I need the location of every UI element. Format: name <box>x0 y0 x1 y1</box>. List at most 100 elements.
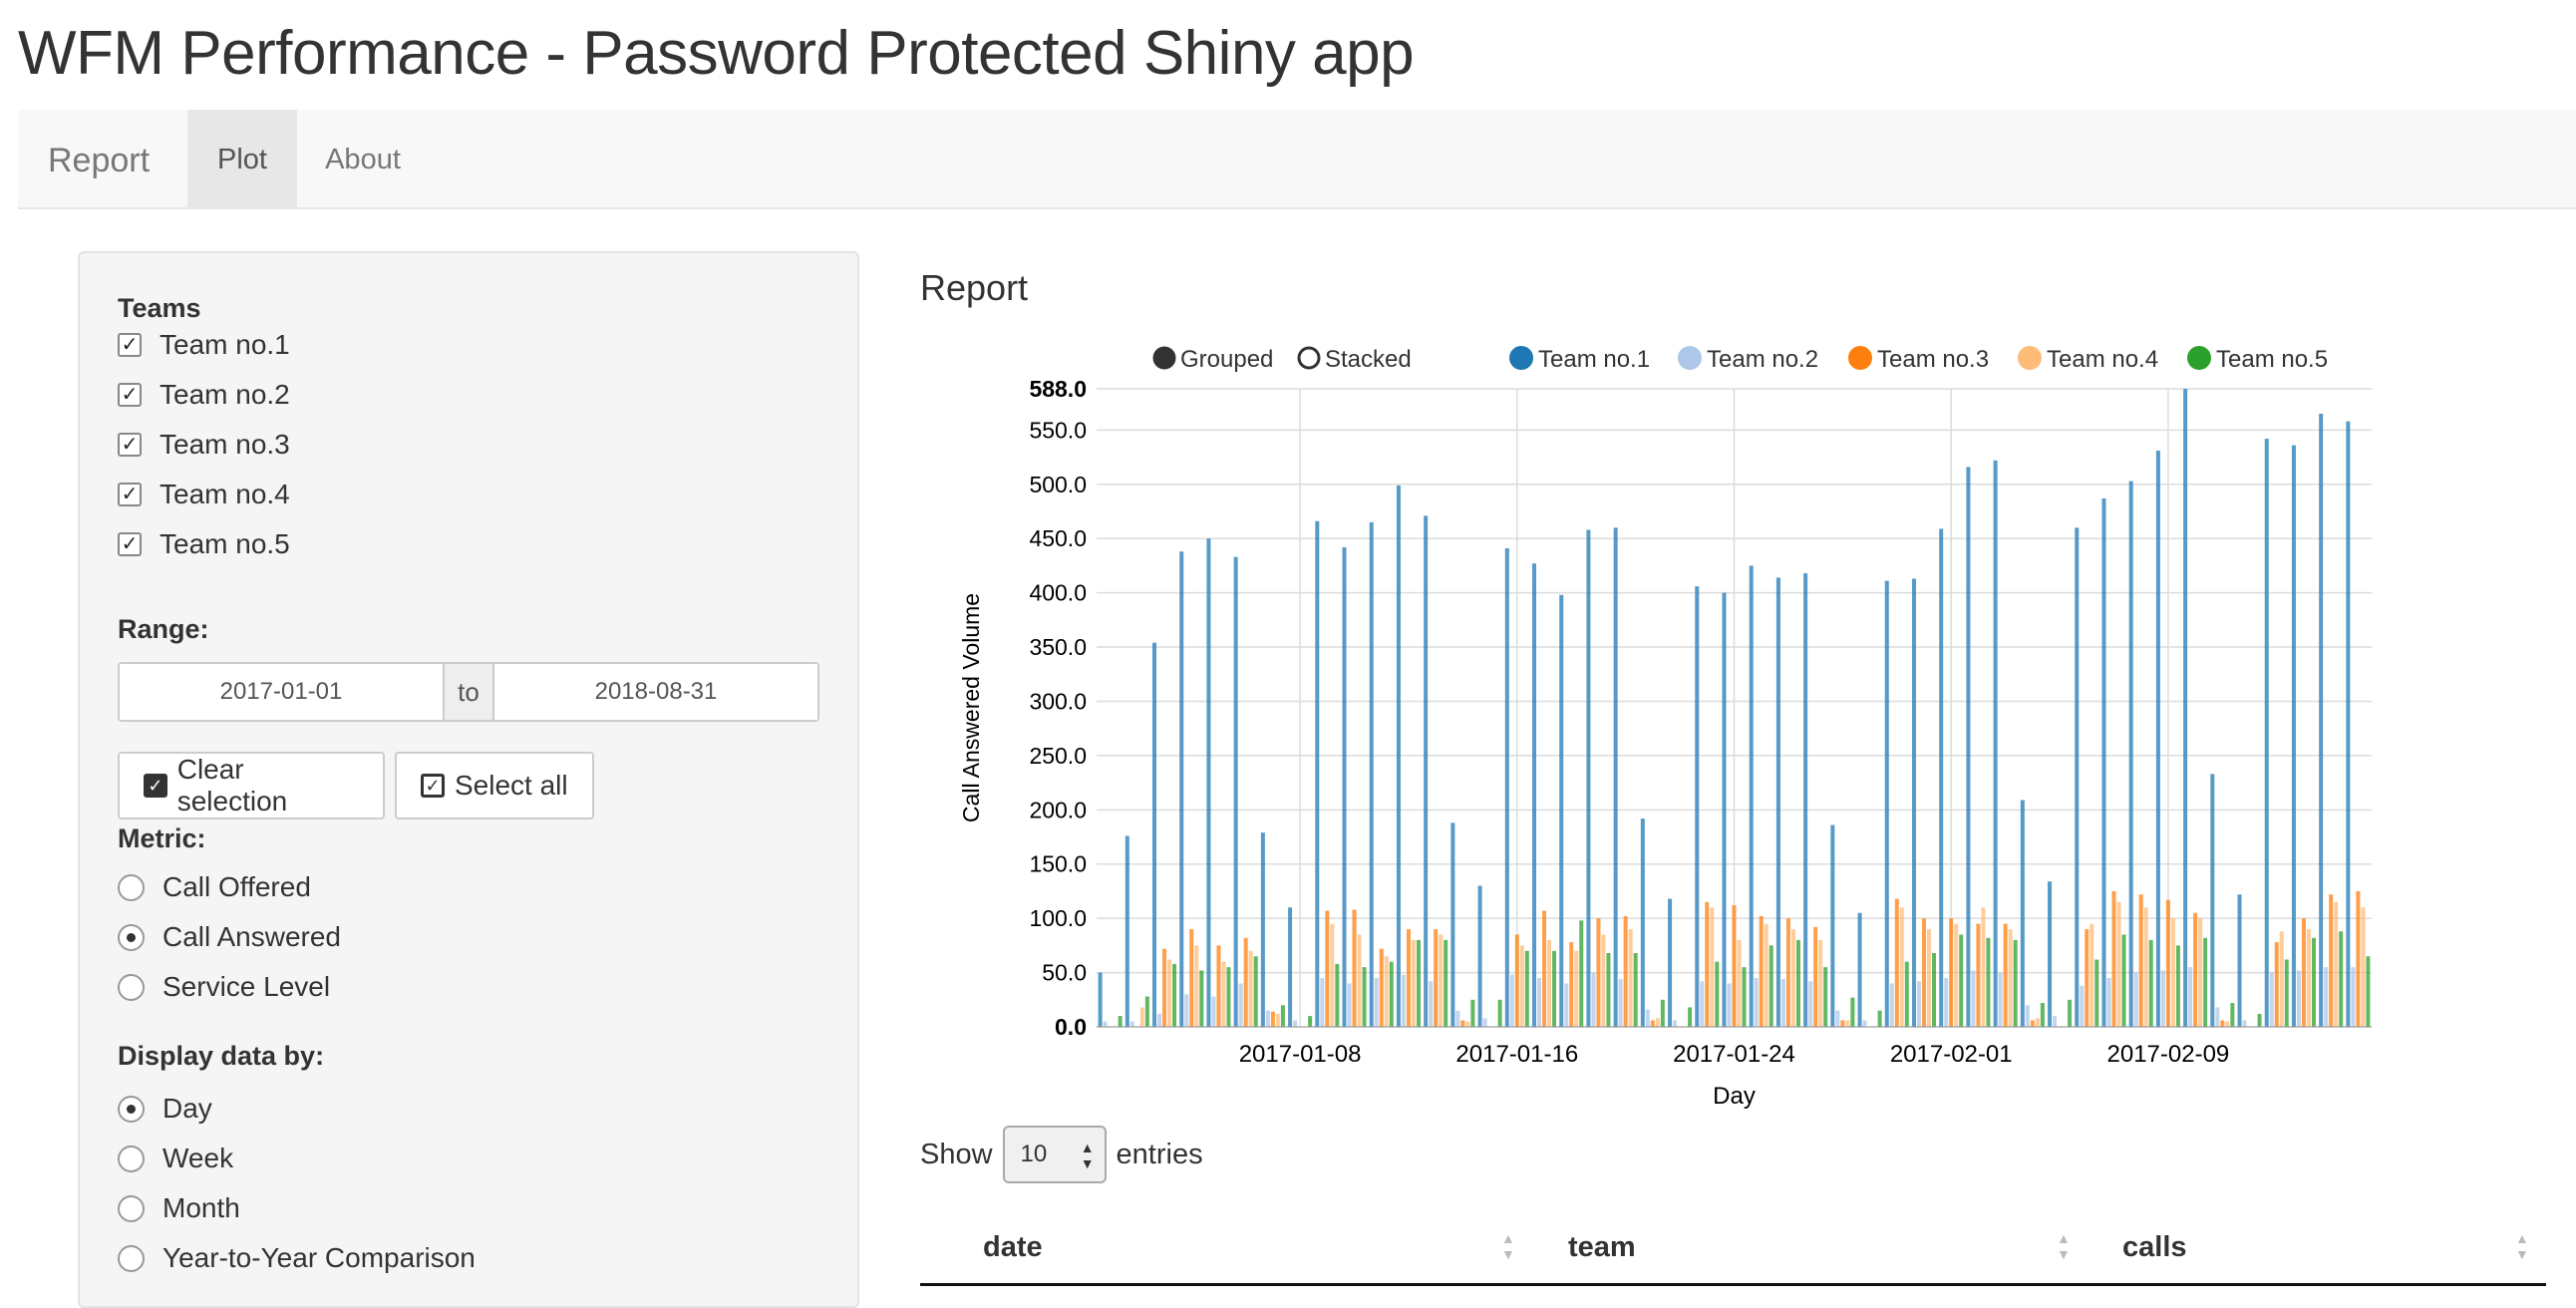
bar <box>2351 967 2356 1027</box>
bar <box>1628 929 1633 1027</box>
bar <box>2291 445 2296 1027</box>
column-header-calls[interactable]: calls <box>2122 1218 2187 1276</box>
bar <box>1727 983 1732 1027</box>
bar <box>1221 961 1226 1027</box>
tab-plot[interactable]: Plot <box>187 110 297 209</box>
bar <box>1655 1018 1660 1027</box>
checkbox-icon[interactable]: ✓ <box>118 532 142 556</box>
bar <box>1830 824 1835 1027</box>
display-label-week: Week <box>162 1143 234 1173</box>
bar <box>1509 974 1514 1027</box>
y-tick-label: 100.0 <box>1029 905 1087 931</box>
bar <box>1606 952 1611 1027</box>
select-all-button[interactable]: ✓ Select all <box>395 752 594 819</box>
bar <box>1668 898 1673 1027</box>
data-table-header: date ▲ ▼ team ▲ ▼ calls ▲ ▼ <box>920 1218 2546 1286</box>
page-size-select[interactable]: 10 ▲ ▼ <box>1002 1126 1107 1183</box>
bar <box>2339 931 2344 1027</box>
checkbox-icon[interactable]: ✓ <box>118 433 142 457</box>
bar <box>1139 1007 1144 1027</box>
radio-icon[interactable] <box>118 1244 145 1272</box>
bar <box>1742 967 1747 1027</box>
bar <box>1315 520 1320 1027</box>
bar <box>1640 818 1645 1027</box>
clear-selection-button[interactable]: ✓ Clear selection <box>118 752 385 819</box>
x-tick-label: 2017-02-01 <box>1890 1041 2013 1068</box>
bar <box>1434 929 1439 1027</box>
display-month[interactable]: Month <box>118 1188 240 1228</box>
bar <box>2133 972 2138 1027</box>
bar <box>1379 948 1384 1027</box>
sort-icon[interactable]: ▲ ▼ <box>1501 1230 1515 1262</box>
bar <box>2143 907 2148 1027</box>
team-label-4: Team no.4 <box>160 479 290 509</box>
range-separator: to <box>443 664 494 720</box>
y-tick-label: 550.0 <box>1029 417 1087 443</box>
bar <box>2279 931 2284 1027</box>
bar <box>1971 970 1976 1027</box>
display-week[interactable]: Week <box>118 1139 233 1178</box>
radio-icon[interactable] <box>118 873 145 901</box>
bar <box>1260 832 1265 1027</box>
bar <box>1889 983 1894 1027</box>
date-range-input: to <box>118 662 819 722</box>
bar <box>1579 920 1584 1027</box>
legend-control-icon <box>1297 346 1321 370</box>
sort-icon[interactable]: ▲ ▼ <box>2515 1230 2529 1262</box>
range-end-input[interactable] <box>494 664 817 720</box>
radio-icon[interactable] <box>118 973 145 1001</box>
y-tick-label: 0.0 <box>1055 1014 1087 1040</box>
x-tick-label: 2017-02-09 <box>2107 1041 2230 1068</box>
radio-icon[interactable] <box>118 923 145 951</box>
bar <box>1911 578 1916 1027</box>
radio-icon[interactable] <box>118 1144 145 1172</box>
bar <box>1444 939 1449 1027</box>
bar <box>1477 885 1482 1027</box>
bar <box>1601 934 1606 1027</box>
bar <box>1450 822 1455 1027</box>
column-header-date[interactable]: date <box>983 1218 1043 1276</box>
radio-icon[interactable] <box>118 1095 145 1123</box>
bar <box>2366 956 2371 1027</box>
team-checkbox-1[interactable]: ✓ Team no.1 <box>118 325 290 365</box>
checkbox-icon[interactable]: ✓ <box>118 333 142 357</box>
navbar-brand[interactable]: Report <box>48 142 150 180</box>
display-yoy[interactable]: Year-to-Year Comparison <box>118 1238 476 1278</box>
team-checkbox-5[interactable]: ✓ Team no.5 <box>118 524 290 564</box>
checkbox-icon[interactable]: ✓ <box>118 383 142 407</box>
bar <box>2106 978 2111 1027</box>
team-checkbox-4[interactable]: ✓ Team no.4 <box>118 475 290 514</box>
team-checkbox-3[interactable]: ✓ Team no.3 <box>118 425 290 465</box>
bar <box>1949 918 1954 1027</box>
bar <box>1899 907 1904 1027</box>
bar <box>1932 952 1937 1027</box>
tab-about[interactable]: About <box>313 110 413 209</box>
bar <box>1401 974 1406 1027</box>
y-tick-label: 350.0 <box>1029 634 1087 660</box>
bar <box>1650 1020 1655 1027</box>
checkbox-icon[interactable]: ✓ <box>118 483 142 506</box>
bar <box>1424 515 1429 1027</box>
bar <box>2160 970 2165 1027</box>
team-checkbox-2[interactable]: ✓ Team no.2 <box>118 375 290 415</box>
bar <box>1308 1016 1313 1027</box>
bar <box>1884 580 1889 1027</box>
metric-call-offered[interactable]: Call Offered <box>118 867 311 907</box>
display-day[interactable]: Day <box>118 1089 212 1129</box>
bar <box>1369 521 1374 1027</box>
bar <box>1633 952 1638 1027</box>
bar <box>1211 996 1216 1027</box>
x-tick-label: 2017-01-08 <box>1239 1041 1362 1068</box>
bar <box>1330 923 1335 1027</box>
radio-icon[interactable] <box>118 1194 145 1222</box>
bar <box>1559 594 1564 1027</box>
bar <box>1152 642 1157 1027</box>
sort-icon[interactable]: ▲ ▼ <box>2057 1230 2071 1262</box>
y-tick-label: 450.0 <box>1029 525 1087 551</box>
range-start-input[interactable] <box>120 664 443 720</box>
metric-service-level[interactable]: Service Level <box>118 967 330 1007</box>
metric-call-answered[interactable]: Call Answered <box>118 917 341 957</box>
column-header-team[interactable]: team <box>1568 1218 1636 1276</box>
bar <box>1775 577 1780 1027</box>
team-label-1: Team no.1 <box>160 329 290 360</box>
